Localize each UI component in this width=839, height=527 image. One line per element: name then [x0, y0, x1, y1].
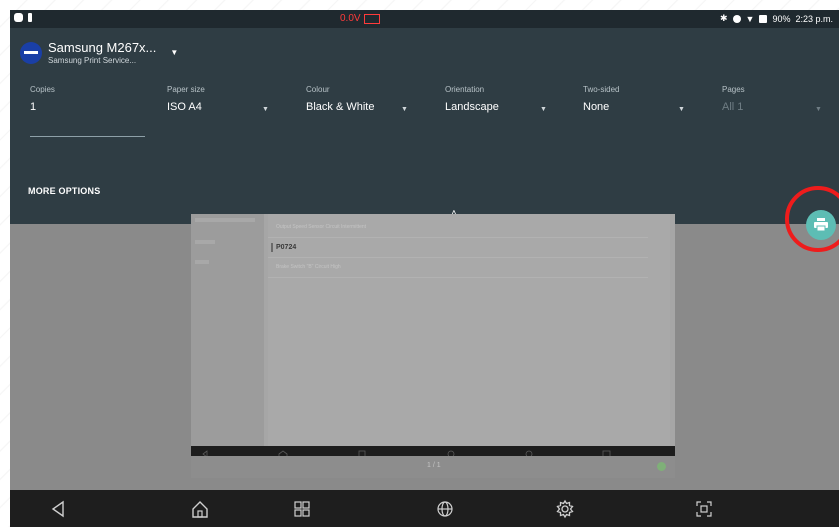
- voltage-indicator: 0.0V: [340, 13, 380, 24]
- sync-icon: [732, 14, 741, 23]
- preview-sidebar: [191, 214, 264, 446]
- clock: 2:23 p.m.: [795, 13, 833, 24]
- colour-label: Colour: [306, 85, 330, 94]
- back-icon[interactable]: [48, 499, 68, 519]
- preview-sidebar-item: [195, 260, 209, 264]
- voltage-text: 0.0V: [340, 13, 361, 24]
- apps-icon[interactable]: [292, 499, 312, 519]
- battery-percent: 90%: [772, 13, 791, 24]
- colour-value: Black & White: [306, 101, 375, 113]
- chevron-down-icon: ▼: [401, 106, 408, 113]
- sim-icon: [28, 13, 32, 22]
- page-select-dot[interactable]: [657, 462, 666, 471]
- copies-label: Copies: [30, 85, 55, 94]
- chevron-down-icon[interactable]: ▼: [170, 48, 178, 57]
- wifi-icon: ▼: [745, 13, 755, 24]
- battery-icon: [759, 14, 768, 23]
- chevron-down-icon: ▼: [262, 106, 269, 113]
- two-sided-value: None: [583, 101, 610, 113]
- car-battery-icon: [363, 13, 380, 24]
- pages-value: All 1: [722, 101, 744, 113]
- highlight-circle: [785, 186, 839, 252]
- status-left-icons: [14, 13, 32, 22]
- chevron-down-icon: ▼: [540, 106, 547, 113]
- pages-select[interactable]: Pages All 1 ▼: [722, 85, 827, 113]
- paper-size-label: Paper size: [167, 85, 205, 94]
- printer-service: Samsung Print Service...: [48, 56, 137, 65]
- preview-row: Output Speed Sensor Circuit Intermittent: [268, 218, 648, 238]
- colour-select[interactable]: Colour Black & White ▼: [306, 85, 416, 113]
- screenshot-icon[interactable]: [694, 499, 714, 519]
- browser-icon[interactable]: [435, 499, 455, 519]
- chevron-down-icon: ▼: [815, 106, 822, 113]
- copies-underline: [30, 136, 145, 137]
- device-screen: 0.0V ✱ ▼ 90% 2:23 p.m. Samsung M267x... …: [10, 10, 839, 527]
- preview-nav-icons: [202, 450, 611, 456]
- two-sided-select[interactable]: Two-sided None ▼: [583, 85, 693, 113]
- samsung-logo-icon: [20, 41, 42, 64]
- page-indicator-bar: 1 / 1: [191, 456, 675, 478]
- orientation-select[interactable]: Orientation Landscape ▼: [445, 85, 555, 113]
- status-right-icons: ✱ ▼ 90% 2:23 p.m.: [720, 13, 833, 24]
- preview-navbar: [191, 446, 675, 456]
- preview-content: Output Speed Sensor Circuit Intermittent…: [268, 214, 670, 446]
- system-nav-bar: [10, 490, 839, 527]
- bluetooth-icon: ✱: [719, 13, 728, 23]
- copies-input[interactable]: 1: [30, 101, 55, 113]
- notification-icon: [14, 13, 23, 22]
- dtc-code: P0724: [276, 244, 297, 251]
- page-indicator: 1 / 1: [427, 462, 441, 469]
- more-options-button[interactable]: MORE OPTIONS: [28, 186, 100, 196]
- settings-icon[interactable]: [555, 499, 575, 519]
- preview-row: Brake Switch "B" Circuit High: [268, 258, 648, 278]
- preview-sidebar-item: [195, 218, 255, 222]
- home-icon[interactable]: [190, 499, 210, 519]
- preview-dtc-table: Output Speed Sensor Circuit Intermittent…: [268, 218, 648, 278]
- pages-label: Pages: [722, 85, 745, 94]
- print-settings-panel: Samsung M267x... Samsung Print Service..…: [10, 28, 839, 224]
- printer-name: Samsung M267x...: [48, 40, 157, 55]
- two-sided-label: Two-sided: [583, 85, 620, 94]
- paper-size-value: ISO A4: [167, 101, 202, 113]
- paper-size-select[interactable]: Paper size ISO A4 ▼: [167, 85, 277, 113]
- page-preview: Output Speed Sensor Circuit Intermittent…: [191, 214, 675, 456]
- chevron-down-icon: ▼: [678, 106, 685, 113]
- preview-row-code: P0724: [268, 238, 648, 258]
- orientation-label: Orientation: [445, 85, 485, 94]
- preview-sidebar-item: [195, 240, 215, 244]
- status-bar: 0.0V ✱ ▼ 90% 2:23 p.m.: [10, 10, 839, 28]
- orientation-value: Landscape: [445, 101, 499, 113]
- copies-field[interactable]: Copies 1: [30, 85, 55, 113]
- printer-selector[interactable]: Samsung M267x... Samsung Print Service..…: [20, 40, 178, 65]
